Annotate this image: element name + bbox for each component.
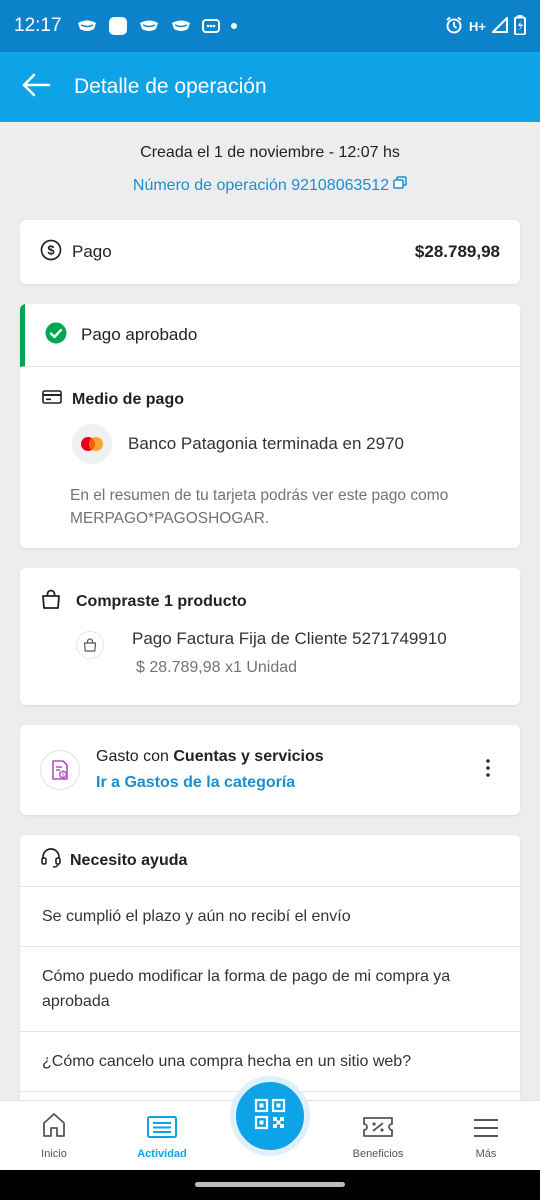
mask-notification-icon bbox=[76, 19, 98, 33]
help-header: Necesito ayuda bbox=[20, 835, 520, 887]
system-navigation-bar bbox=[0, 1170, 540, 1200]
nav-label-inicio: Inicio bbox=[41, 1148, 67, 1160]
check-circle-icon bbox=[45, 322, 67, 349]
kebab-menu-icon bbox=[485, 758, 491, 783]
operation-number: Número de operación 92108063512 bbox=[132, 176, 390, 194]
copy-icon[interactable] bbox=[393, 176, 407, 195]
statement-note: En el resumen de tu tarjeta podrás ver e… bbox=[70, 487, 449, 527]
expense-category-card: $ Gasto con Cuentas y servicios Ir a Gas… bbox=[20, 725, 520, 815]
expense-prefix: Gasto con bbox=[96, 748, 174, 765]
payment-amount: $28.789,98 bbox=[414, 242, 500, 261]
arrow-left-icon bbox=[21, 73, 51, 102]
product-row[interactable]: Pago Factura Fija de Cliente 5271749910 … bbox=[20, 615, 520, 677]
more-options-button[interactable] bbox=[476, 750, 500, 790]
status-bar: 12:17 H+ bbox=[0, 0, 540, 52]
qr-scan-button[interactable] bbox=[230, 1076, 310, 1156]
bottom-navigation: Inicio Actividad Beneficios Más bbox=[0, 1076, 540, 1170]
nav-label-beneficios: Beneficios bbox=[352, 1148, 404, 1160]
operation-detail-content[interactable]: Creada el 1 de noviembre - 12:07 hs Núme… bbox=[0, 122, 540, 1100]
nav-label-actividad: Actividad bbox=[137, 1148, 187, 1160]
approval-status: Pago aprobado bbox=[81, 325, 198, 344]
product-info: Pago Factura Fija de Cliente 5271749910 … bbox=[132, 629, 447, 677]
app-bar: Detalle de operación bbox=[0, 52, 540, 122]
message-notification-icon bbox=[201, 18, 220, 34]
expense-category-line: Gasto con Cuentas y servicios bbox=[96, 748, 324, 766]
nav-item-beneficios[interactable]: Beneficios bbox=[324, 1101, 432, 1170]
payment-summary-card: $ Pago $28.789,98 bbox=[20, 220, 520, 284]
bank-card: Banco Patagonia terminada en 2970 bbox=[128, 434, 404, 453]
svg-text:$: $ bbox=[47, 242, 55, 257]
help-item-change-payment[interactable]: Cómo puedo modificar la forma de pago de… bbox=[20, 947, 520, 1032]
help-item-delivery[interactable]: Se cumplió el plazo y aún no recibí el e… bbox=[20, 887, 520, 947]
mastercard-icon bbox=[72, 424, 112, 464]
svg-text:$: $ bbox=[62, 772, 65, 778]
network-type: H+ bbox=[469, 18, 486, 34]
product-bag-icon bbox=[76, 631, 104, 659]
activity-icon bbox=[146, 1115, 178, 1142]
purchase-title: Compraste 1 producto bbox=[76, 592, 247, 610]
qr-icon bbox=[254, 1098, 286, 1135]
alarm-icon bbox=[445, 16, 463, 37]
payment-method-header: Medio de pago bbox=[20, 367, 520, 410]
payment-method-title: Medio de pago bbox=[72, 390, 184, 408]
help-card: Necesito ayuda Se cumplió el plazo y aún… bbox=[20, 835, 520, 1100]
nav-label-mas: Más bbox=[475, 1148, 497, 1160]
payment-method-row: Banco Patagonia terminada en 2970 bbox=[20, 410, 520, 464]
product-price: $ 28.789,98 x1 Unidad bbox=[136, 659, 298, 676]
home-icon bbox=[40, 1111, 68, 1142]
mask-notification-icon-3 bbox=[170, 19, 192, 33]
nav-item-qr bbox=[216, 1076, 324, 1170]
back-button[interactable] bbox=[0, 52, 72, 122]
product-name: Pago Factura Fija de Cliente 5271749910 bbox=[132, 629, 447, 648]
headset-icon bbox=[40, 848, 62, 873]
nav-item-mas[interactable]: Más bbox=[432, 1101, 540, 1170]
nav-item-actividad[interactable]: Actividad bbox=[108, 1101, 216, 1170]
category-expenses-link[interactable]: Ir a Gastos de la categoría bbox=[96, 774, 324, 792]
payment-status-card: Pago aprobado Medio de pago Banco Patago… bbox=[20, 304, 520, 548]
help-title: Necesito ayuda bbox=[70, 851, 188, 869]
purchase-header: Compraste 1 producto bbox=[20, 568, 520, 615]
purchase-card: Compraste 1 producto Pago Factura Fija d… bbox=[20, 568, 520, 705]
app-notification-icon bbox=[108, 16, 128, 36]
operation-number-link[interactable]: Número de operación 92108063512 bbox=[0, 176, 540, 195]
dollar-icon: $ bbox=[40, 239, 62, 266]
menu-icon bbox=[472, 1117, 500, 1142]
mask-notification-icon-2 bbox=[138, 19, 160, 33]
ticket-icon bbox=[362, 1115, 394, 1142]
status-right: H+ bbox=[445, 14, 526, 38]
nav-item-inicio[interactable]: Inicio bbox=[0, 1101, 108, 1170]
signal-icon bbox=[490, 15, 508, 36]
creation-date: Creada el 1 de noviembre - 12:07 hs bbox=[140, 144, 400, 161]
page-title: Detalle de operación bbox=[74, 75, 267, 98]
battery-icon bbox=[514, 14, 526, 38]
payment-label: Pago bbox=[72, 242, 112, 261]
shopping-bag-icon bbox=[40, 588, 62, 615]
status-time: 12:17 bbox=[14, 15, 62, 36]
bill-icon: $ bbox=[40, 750, 80, 790]
expense-category-name: Cuentas y servicios bbox=[173, 748, 324, 765]
approval-header: Pago aprobado bbox=[20, 304, 520, 367]
gesture-handle[interactable] bbox=[195, 1182, 345, 1187]
expense-category-text: Gasto con Cuentas y servicios Ir a Gasto… bbox=[96, 748, 324, 792]
card-icon bbox=[42, 389, 62, 410]
dot-notification-icon bbox=[230, 22, 238, 30]
